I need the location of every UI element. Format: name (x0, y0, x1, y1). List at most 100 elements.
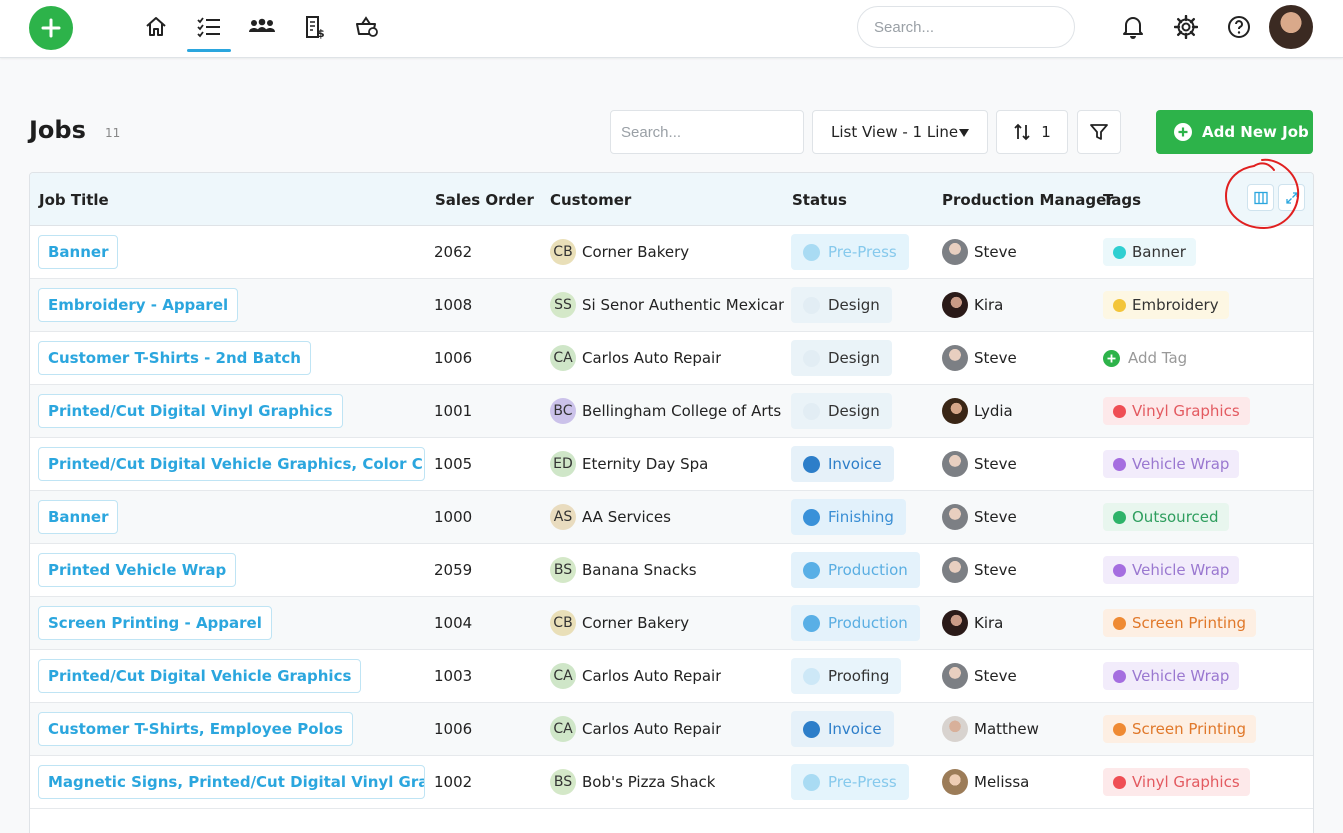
status-badge[interactable]: Pre-Press (791, 764, 909, 800)
customer-initials-avatar: CA (550, 716, 576, 742)
add-tag-button[interactable]: Add Tag (1103, 349, 1187, 367)
col-customer[interactable]: Customer (550, 191, 631, 209)
customer-cell[interactable]: ED Eternity Day Spa (550, 451, 708, 477)
status-label: Finishing (828, 508, 894, 526)
production-manager-cell[interactable]: Melissa (942, 769, 1029, 795)
production-manager-cell[interactable]: Lydia (942, 398, 1013, 424)
table-row[interactable]: Magnetic Signs, Printed/Cut Digital Viny… (30, 756, 1313, 809)
job-title-link[interactable]: Embroidery - Apparel (38, 288, 239, 322)
job-title-link[interactable]: Printed/Cut Digital Vinyl Graphics (38, 394, 343, 428)
columns-button[interactable] (1247, 184, 1274, 211)
customer-cell[interactable]: BS Banana Snacks (550, 557, 697, 583)
job-title-link[interactable]: Printed/Cut Digital Vehicle Graphics (38, 659, 362, 693)
table-row[interactable]: Banner 1000 AS AA Services Finishing Ste… (30, 491, 1313, 544)
production-manager-cell[interactable]: Kira (942, 292, 1003, 318)
customer-cell[interactable]: CA Carlos Auto Repair (550, 716, 721, 742)
production-manager-cell[interactable]: Steve (942, 239, 1017, 265)
quick-add-button[interactable] (29, 6, 73, 50)
job-title-link[interactable]: Banner (38, 235, 119, 269)
status-badge[interactable]: Pre-Press (791, 234, 909, 270)
status-badge[interactable]: Invoice (791, 446, 894, 482)
customer-cell[interactable]: SS Si Senor Authentic Mexican F (550, 292, 784, 318)
customer-cell[interactable]: CB Corner Bakery (550, 239, 689, 265)
production-manager-cell[interactable]: Steve (942, 557, 1017, 583)
tag-label: Vinyl Graphics (1132, 402, 1240, 420)
settings-button[interactable] (1169, 10, 1203, 44)
production-manager-cell[interactable]: Steve (942, 451, 1017, 477)
customer-cell[interactable]: BS Bob's Pizza Shack (550, 769, 715, 795)
manager-name: Steve (974, 349, 1017, 367)
customer-cell[interactable]: AS AA Services (550, 504, 671, 530)
production-manager-cell[interactable]: Kira (942, 610, 1003, 636)
production-manager-cell[interactable]: Steve (942, 663, 1017, 689)
global-search-input[interactable] (857, 6, 1075, 48)
status-badge[interactable]: Design (791, 393, 892, 429)
job-title-link[interactable]: Banner (38, 500, 119, 534)
table-row[interactable]: Printed/Cut Digital Vehicle Graphics, Co… (30, 438, 1313, 491)
customer-name: Eternity Day Spa (582, 455, 709, 473)
nav-purchasing[interactable] (350, 10, 384, 44)
table-row[interactable]: Printed Vehicle Wrap 2059 BS Banana Snac… (30, 544, 1313, 597)
table-row[interactable]: Banner 2062 CB Corner Bakery Pre-Press S… (30, 226, 1313, 279)
jobs-search-input[interactable] (610, 110, 804, 154)
status-badge[interactable]: Production (791, 605, 920, 641)
table-row[interactable]: Screen Printing - Apparel 1004 CB Corner… (30, 597, 1313, 650)
notifications-button[interactable] (1116, 10, 1150, 44)
sort-button[interactable]: 1 (996, 110, 1068, 154)
tag-chip[interactable]: Banner (1103, 238, 1196, 266)
status-badge[interactable]: Invoice (791, 711, 894, 747)
tag-chip[interactable]: Vehicle Wrap (1103, 450, 1240, 478)
nav-customers[interactable] (245, 10, 279, 44)
job-title-link[interactable]: Screen Printing - Apparel (38, 606, 272, 640)
job-title-link[interactable]: Printed/Cut Digital Vehicle Graphics, Co… (38, 447, 425, 481)
nav-invoices[interactable]: $ (298, 10, 332, 44)
table-row[interactable]: Printed/Cut Digital Vehicle Graphics 100… (30, 650, 1313, 703)
table-row[interactable]: Customer T-Shirts, Employee Polos 1006 C… (30, 703, 1313, 756)
status-badge[interactable]: Design (791, 287, 892, 323)
production-manager-cell[interactable]: Steve (942, 345, 1017, 371)
status-badge[interactable]: Finishing (791, 499, 906, 535)
tag-chip[interactable]: Vehicle Wrap (1103, 662, 1240, 690)
job-title-link[interactable]: Printed Vehicle Wrap (38, 553, 237, 587)
status-label: Production (828, 614, 908, 632)
table-row[interactable]: Embroidery - Apparel 1008 SS Si Senor Au… (30, 279, 1313, 332)
table-row[interactable]: Customer T-Shirts - 2nd Batch 1006 CA Ca… (30, 332, 1313, 385)
job-title-link[interactable]: Magnetic Signs, Printed/Cut Digital Viny… (38, 765, 425, 799)
filter-button[interactable] (1077, 110, 1121, 154)
customer-name: Si Senor Authentic Mexican F (582, 296, 784, 314)
expand-button[interactable] (1278, 184, 1305, 211)
people-icon (249, 18, 275, 32)
tag-chip[interactable]: Screen Printing (1103, 609, 1257, 637)
user-avatar[interactable] (1269, 5, 1313, 49)
col-tags[interactable]: Tags (1103, 191, 1141, 209)
production-manager-cell[interactable]: Matthew (942, 716, 1039, 742)
manager-name: Matthew (974, 720, 1039, 738)
customer-cell[interactable]: CB Corner Bakery (550, 610, 689, 636)
nav-home[interactable] (139, 10, 173, 44)
status-badge[interactable]: Design (791, 340, 892, 376)
customer-cell[interactable]: CA Carlos Auto Repair (550, 345, 721, 371)
customer-cell[interactable]: BC Bellingham College of Arts (550, 398, 781, 424)
customer-cell[interactable]: CA Carlos Auto Repair (550, 663, 721, 689)
col-status[interactable]: Status (792, 191, 847, 209)
job-title-link[interactable]: Customer T-Shirts, Employee Polos (38, 712, 353, 746)
col-sales-order[interactable]: Sales Order (435, 191, 534, 209)
col-job-title[interactable]: Job Title (39, 191, 109, 209)
tag-chip[interactable]: Vehicle Wrap (1103, 556, 1240, 584)
tag-chip[interactable]: Screen Printing (1103, 715, 1257, 743)
status-badge[interactable]: Proofing (791, 658, 902, 694)
nav-jobs[interactable] (192, 10, 226, 44)
add-new-job-button[interactable]: Add New Job (1156, 110, 1313, 154)
production-manager-cell[interactable]: Steve (942, 504, 1017, 530)
col-production-manager[interactable]: Production Manager (942, 191, 1114, 209)
help-button[interactable] (1222, 10, 1256, 44)
status-badge[interactable]: Production (791, 552, 920, 588)
table-row[interactable]: Printed/Cut Digital Vinyl Graphics 1001 … (30, 385, 1313, 438)
tag-chip[interactable]: Embroidery (1103, 291, 1229, 319)
view-select[interactable]: List View - 1 Line (812, 110, 988, 154)
tag-chip[interactable]: Vinyl Graphics (1103, 768, 1250, 796)
job-title-link[interactable]: Customer T-Shirts - 2nd Batch (38, 341, 311, 375)
tag-chip[interactable]: Vinyl Graphics (1103, 397, 1250, 425)
tag-chip[interactable]: Outsourced (1103, 503, 1229, 531)
manager-avatar (942, 239, 968, 265)
